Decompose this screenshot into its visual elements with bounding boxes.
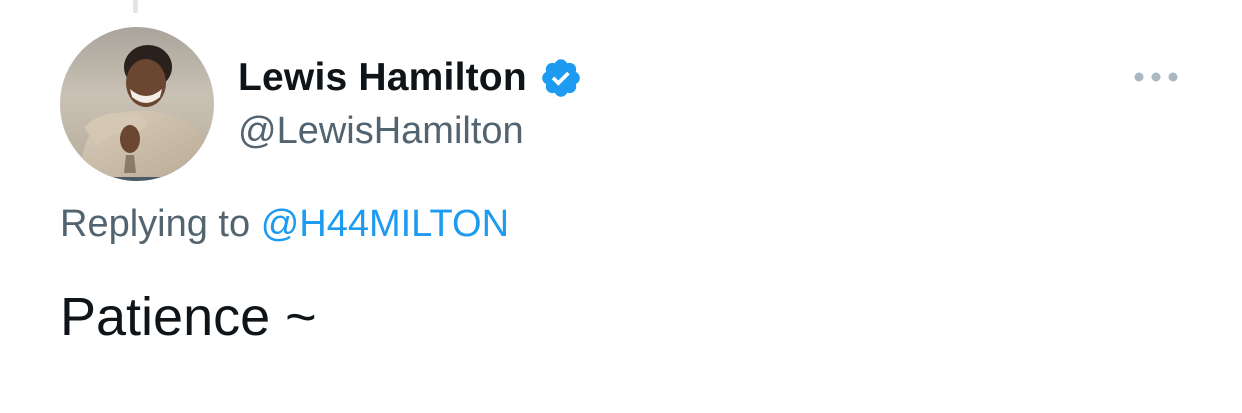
replying-to-label: Replying to	[60, 203, 251, 245]
replying-to-line: Replying to @H44MILTON	[60, 203, 509, 246]
verified-badge-icon	[539, 56, 583, 100]
reply-target-link[interactable]: @H44MILTON	[261, 203, 509, 245]
author-name-row: Lewis Hamilton	[238, 54, 583, 102]
more-options-button[interactable]	[1128, 62, 1184, 92]
tweet-card: Lewis Hamilton @LewisHamilton Replying t…	[0, 0, 1242, 413]
tweet-text: Patience ~	[60, 287, 317, 347]
thread-connector-line	[133, 0, 138, 13]
author-display-name[interactable]: Lewis Hamilton	[238, 56, 527, 100]
avatar-image	[60, 27, 214, 181]
author-handle[interactable]: @LewisHamilton	[238, 110, 524, 153]
avatar[interactable]	[60, 27, 214, 181]
more-options-icon	[1134, 72, 1178, 82]
